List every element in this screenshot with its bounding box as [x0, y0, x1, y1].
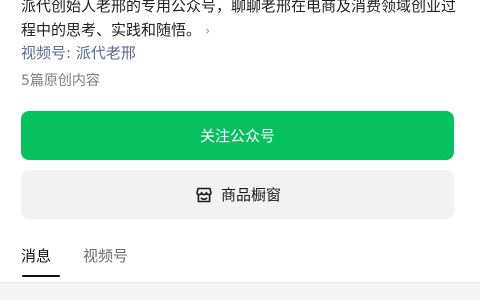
account-description: 派代创始人老邢的专用公众号，聊聊老邢在电商及消费领域创业过程中的思考、实践和随悟…: [21, 0, 461, 44]
active-tab-indicator: [22, 275, 60, 277]
shop-window-button[interactable]: 商品橱窗: [21, 170, 454, 219]
chevron-right-icon[interactable]: ›: [205, 24, 210, 39]
original-article-count: 5篇原创内容: [21, 73, 100, 89]
follow-button-label: 关注公众号: [199, 127, 275, 145]
video-channel-link[interactable]: 视频号: 派代老邢: [21, 43, 136, 63]
follow-button[interactable]: 关注公众号: [21, 111, 454, 160]
tab-video-channel[interactable]: 视频号: [83, 246, 128, 266]
shop-icon: [194, 185, 214, 205]
tab-messages[interactable]: 消息: [21, 246, 51, 266]
message-list-area: [0, 283, 480, 300]
shop-window-label: 商品橱窗: [220, 186, 281, 204]
account-description-text: 派代创始人老邢的专用公众号，聊聊老邢在电商及消费领域创业过程中的思考、实践和随悟…: [21, 0, 457, 39]
